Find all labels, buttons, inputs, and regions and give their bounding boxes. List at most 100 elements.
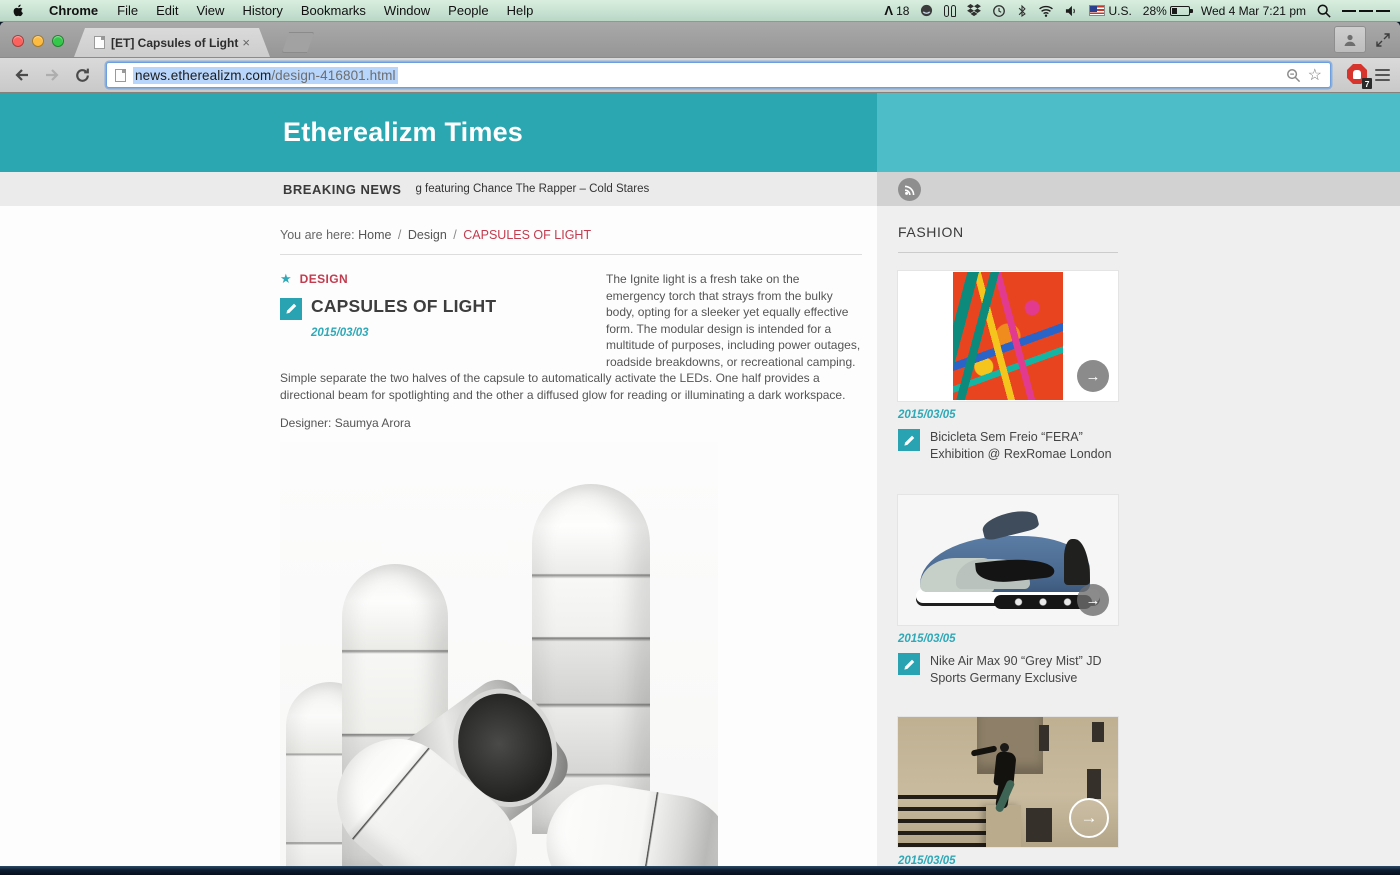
wifi-icon[interactable] [1038,5,1054,17]
breaking-news-ticker[interactable]: g featuring Chance The Rapper – Cold Sta… [415,183,649,195]
volume-icon[interactable] [1065,5,1078,17]
profile-avatar-button[interactable] [1334,26,1366,53]
input-source-flag[interactable]: U.S. [1089,3,1132,18]
sidebar-body: FASHION → 2015/03/05 Bicicleta Sem Freio… [877,206,1139,866]
category-star-icon: ★ [280,271,292,286]
rss-button[interactable] [898,178,921,201]
menubar-clock[interactable]: Wed 4 Mar 7:21 pm [1201,4,1306,18]
category-row: ★ DESIGN [280,271,606,288]
menu-window[interactable]: Window [375,3,439,18]
sidebar-item-title-link[interactable]: Bicicleta Sem Freio “FERA” Exhibition @ … [930,429,1128,463]
bookmark-star-icon[interactable]: ☆ [1308,65,1322,85]
menu-people[interactable]: People [439,3,497,18]
adblock-extension-button[interactable]: 7 [1347,64,1372,89]
zoom-page-icon[interactable] [1286,68,1301,83]
menubar-menus: Chrome File Edit View History Bookmarks … [0,3,542,18]
sidebar-card-fera[interactable]: → [898,271,1118,401]
browser-tab[interactable]: [ET] Capsules of Light × [74,28,270,57]
fullscreen-icon[interactable] [1376,32,1390,47]
menu-bookmarks[interactable]: Bookmarks [292,3,375,18]
address-bar[interactable]: news.etherealizm.com/design-416801.html … [106,62,1331,88]
breadcrumb-home-link[interactable]: Home [358,228,391,242]
sidebar-item-caption: Bicicleta Sem Freio “FERA” Exhibition @ … [898,429,1128,463]
category-link[interactable]: DESIGN [300,271,348,288]
app-status-icon[interactable]: Λ 18 [884,3,909,18]
app-badge-count: 18 [896,3,910,18]
bluetooth-icon[interactable] [1017,4,1027,18]
menu-history[interactable]: History [233,3,291,18]
apple-menu-icon[interactable] [12,3,25,18]
breadcrumb: You are here: Home / Design / CAPSULES O… [280,206,862,242]
breadcrumb-current: CAPSULES OF LIGHT [463,228,592,242]
menu-edit[interactable]: Edit [147,3,187,18]
url-path: /design-416801.html [271,67,396,83]
sidebar-item-title-link[interactable]: Nike Air Max 90 “Grey Mist” JD Sports Ge… [930,653,1128,687]
battery-icon [1169,5,1193,16]
webpage-viewport: Etherealizm Times BREAKING NEWS g featur… [0,93,1400,866]
close-window-button[interactable] [12,35,24,47]
back-button[interactable] [10,63,34,87]
pencil-icon [280,297,302,320]
extension-badge: 7 [1362,78,1372,89]
article-content-area: You are here: Home / Design / CAPSULES O… [0,206,862,866]
card-arrow-icon[interactable]: → [1077,360,1109,392]
tab-title: [ET] Capsules of Light [111,35,239,50]
article-hero-image[interactable] [280,441,718,866]
notification-center-icon[interactable] [1342,8,1390,14]
page-icon[interactable] [115,68,126,82]
breaking-news-bar: BREAKING NEWS g featuring Chance The Rap… [0,172,877,206]
sidebar-item-date: 2015/03/05 [898,409,956,421]
url-host: news.etherealizm.com [135,67,272,83]
minimize-window-button[interactable] [32,35,44,47]
sidebar: FASHION → 2015/03/05 Bicicleta Sem Freio… [877,93,1400,866]
menu-file[interactable]: File [108,3,147,18]
tab-close-icon[interactable]: × [240,35,252,50]
input-source-label: U.S. [1108,3,1132,18]
new-tab-button[interactable] [282,32,314,53]
card-arrow-icon[interactable]: → [1077,584,1109,616]
article-date: 2015/03/03 [311,326,369,339]
zoom-window-button[interactable] [52,35,64,47]
battery-status[interactable]: 28% [1143,4,1193,18]
window-controls [12,35,64,47]
sidebar-card-skate[interactable]: → [898,717,1118,847]
menu-chrome[interactable]: Chrome [39,3,108,18]
card-arrow-icon[interactable]: → [1069,798,1109,838]
us-flag-icon [1089,5,1106,16]
fera-artwork-thumbnail [953,272,1063,400]
pencil-icon [898,653,920,675]
article-title: CAPSULES OF LIGHT [311,295,497,316]
chrome-menu-button[interactable] [1375,66,1390,84]
breadcrumb-separator: / [453,228,457,242]
sidebar-section-title: FASHION [898,224,964,240]
screen: Chrome File Edit View History Bookmarks … [0,0,1400,875]
desktop-edge [0,866,1400,875]
url-text[interactable]: news.etherealizm.com/design-416801.html [133,66,398,84]
tab-strip: [ET] Capsules of Light × [0,22,1400,58]
pill-left [944,4,950,17]
menu-help[interactable]: Help [498,3,543,18]
dropbox-icon[interactable] [967,4,982,17]
breadcrumb-design-link[interactable]: Design [408,228,447,242]
breadcrumb-prefix: You are here: [280,228,355,242]
lambda-glyph: Λ [884,3,894,18]
forward-button[interactable] [40,63,64,87]
time-machine-icon[interactable] [992,4,1006,18]
menu-view[interactable]: View [187,3,233,18]
site-title[interactable]: Etherealizm Times [283,117,523,148]
sidebar-divider [898,252,1118,253]
sidebar-card-nike[interactable]: → [898,495,1118,625]
breaking-news-label: BREAKING NEWS [283,181,402,197]
password-manager-icon[interactable] [944,4,957,17]
sidebar-teal-band [877,93,1400,172]
spotlight-icon[interactable] [1317,4,1331,18]
breadcrumb-separator: / [397,228,402,242]
tabstrip-right-controls [1334,26,1390,53]
pill-right [951,4,957,17]
reload-button[interactable] [70,63,94,87]
sidebar-item-caption: Nike Air Max 90 “Grey Mist” JD Sports Ge… [898,653,1128,687]
tab-favicon [94,36,105,49]
hand-glyph [1353,69,1361,79]
browser-status-icon[interactable] [920,4,933,17]
menubar-status: Λ 18 U.S. 28% Wed 4 Mar 7:21 pm [884,3,1400,18]
